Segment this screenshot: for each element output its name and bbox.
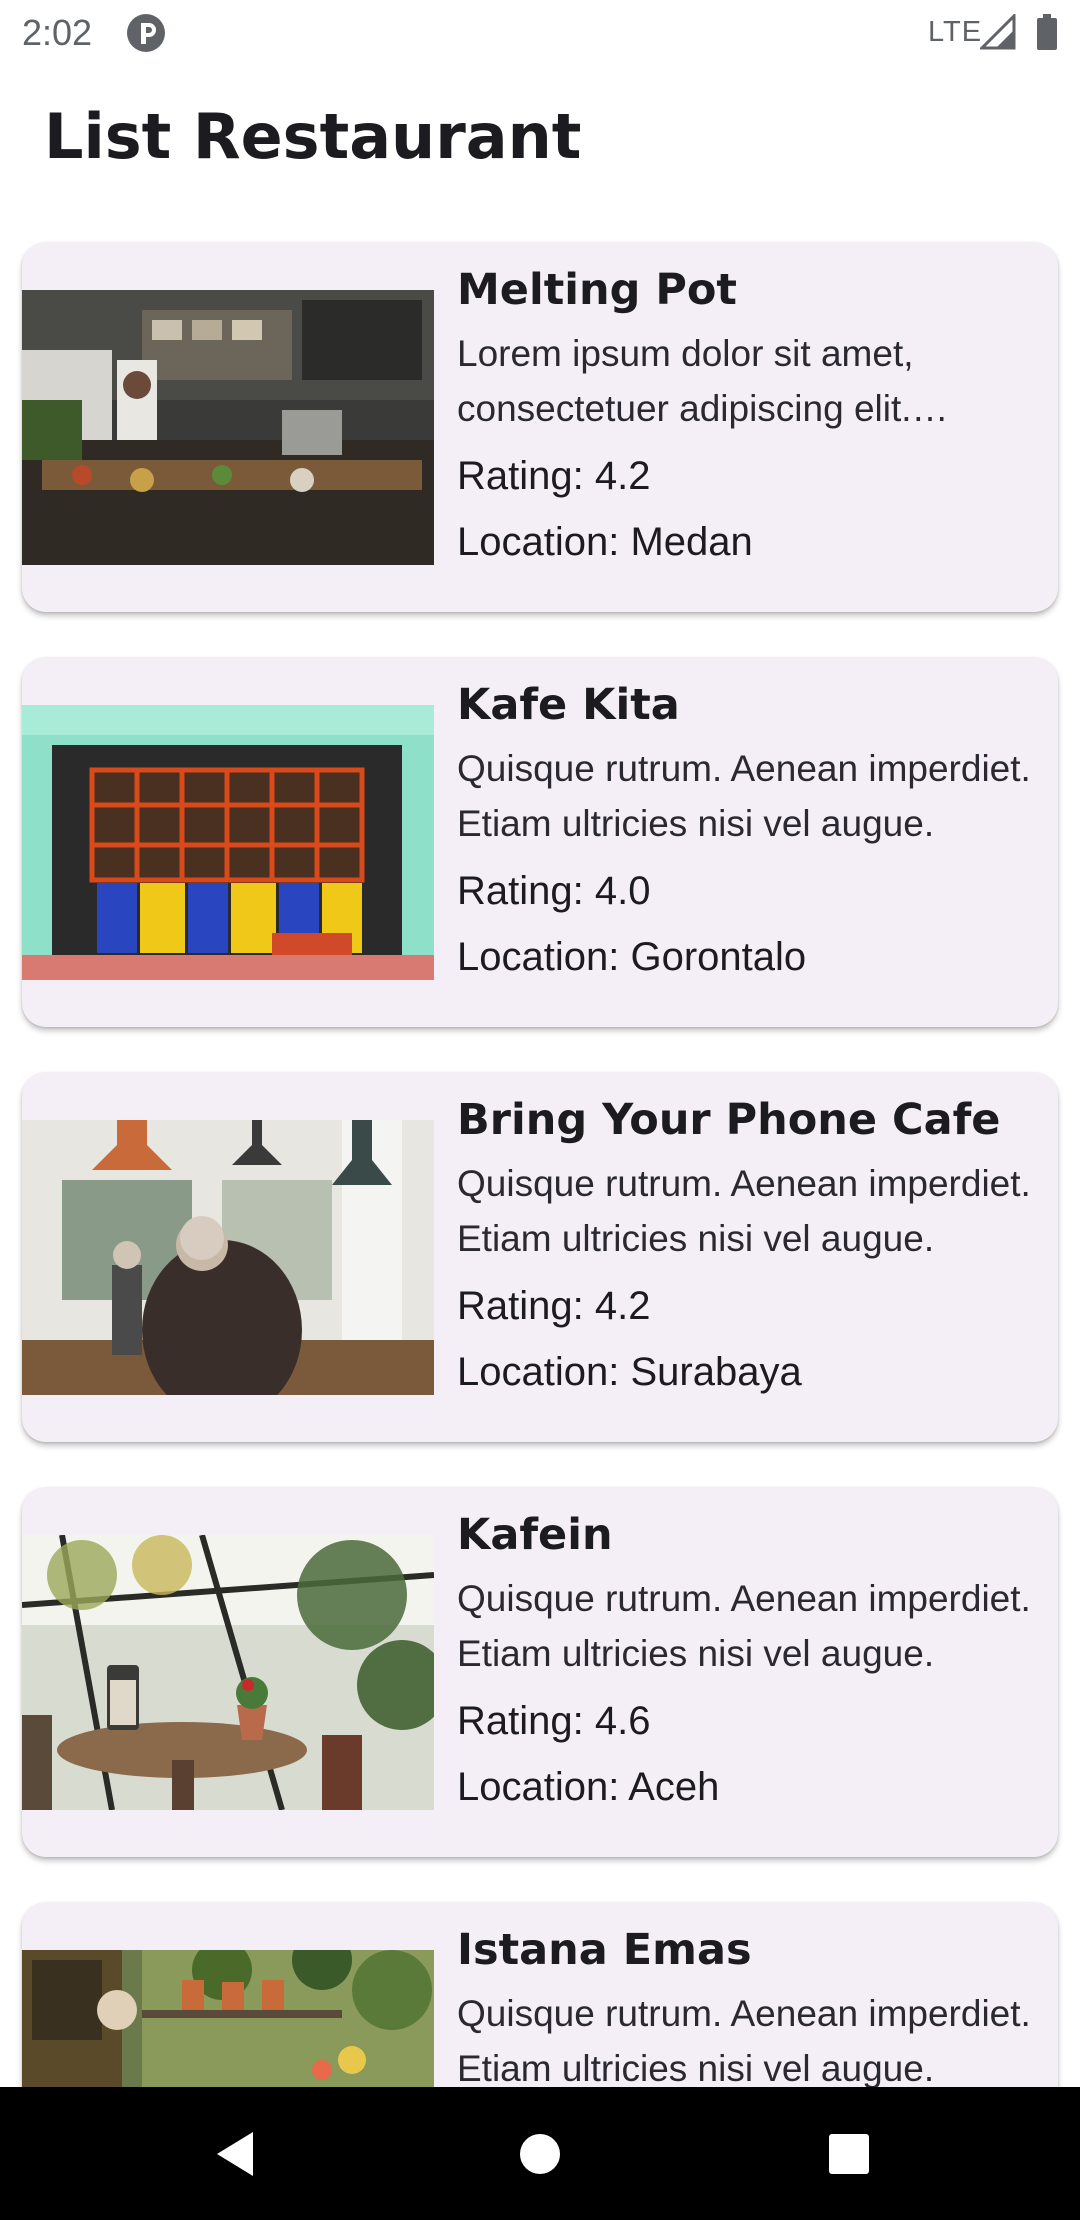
restaurant-image — [22, 1535, 434, 1810]
restaurant-name: Bring Your Phone Cafe — [457, 1095, 1001, 1145]
restaurant-rating: Rating: 4.6 — [457, 1699, 651, 1743]
restaurant-rating: Rating: 4.2 — [457, 1284, 651, 1328]
recents-square-icon[interactable] — [812, 2117, 886, 2191]
restaurant-location: Location: Surabaya — [457, 1350, 802, 1394]
restaurant-description: Quisque rutrum. Aenean imperdiet. Etiam … — [457, 1993, 1031, 2089]
restaurant-info: Istana Emas Quisque rutrum. Aenean imper… — [457, 1924, 1047, 2096]
restaurant-location: Location: Aceh — [457, 1765, 720, 1809]
network-type: LTE — [928, 16, 983, 48]
restaurant-name: Kafe Kita — [457, 680, 680, 730]
restaurant-card[interactable]: Bring Your Phone Cafe Quisque rutrum. Ae… — [22, 1072, 1058, 1442]
battery-icon — [1036, 14, 1058, 50]
signal-icon — [978, 12, 1016, 50]
pocket-app-icon — [126, 13, 166, 53]
restaurant-location: Location: Medan — [457, 520, 753, 564]
restaurant-card[interactable]: Melting Pot Lorem ipsum dolor sit amet, … — [22, 242, 1058, 612]
page-title: List Restaurant — [44, 100, 582, 173]
restaurant-card[interactable]: Kafe Kita Quisque rutrum. Aenean imperdi… — [22, 657, 1058, 1027]
status-bar: 2:02 LTE — [0, 0, 1080, 66]
restaurant-rating: Rating: 4.0 — [457, 869, 651, 913]
restaurant-info: Bring Your Phone Cafe Quisque rutrum. Ae… — [457, 1094, 1047, 1398]
restaurant-name: Istana Emas — [457, 1925, 752, 1975]
restaurant-name: Melting Pot — [457, 265, 737, 315]
restaurant-description: Lorem ipsum dolor sit amet, consectetuer… — [457, 333, 914, 429]
restaurant-description: Quisque rutrum. Aenean imperdiet. Etiam … — [457, 1163, 1031, 1259]
restaurant-location: Location: Gorontalo — [457, 935, 807, 979]
restaurant-info: Melting Pot Lorem ipsum dolor sit amet, … — [457, 264, 1047, 568]
restaurant-description: Quisque rutrum. Aenean imperdiet. Etiam … — [457, 1578, 1031, 1674]
restaurant-info: Kafe Kita Quisque rutrum. Aenean imperdi… — [457, 679, 1047, 983]
restaurant-image — [22, 705, 434, 980]
restaurant-image — [22, 290, 434, 565]
back-triangle-icon[interactable] — [198, 2117, 272, 2191]
status-time: 2:02 — [22, 12, 93, 53]
restaurant-card[interactable]: Kafein Quisque rutrum. Aenean imperdiet.… — [22, 1487, 1058, 1857]
system-navigation-bar — [0, 2087, 1080, 2220]
home-circle-icon[interactable] — [503, 2117, 577, 2191]
restaurant-description: Quisque rutrum. Aenean imperdiet. Etiam … — [457, 748, 1031, 844]
restaurant-name: Kafein — [457, 1510, 613, 1560]
restaurant-info: Kafein Quisque rutrum. Aenean imperdiet.… — [457, 1509, 1047, 1813]
screen: 2:02 LTE List Restaurant Melting Pot Lor… — [0, 0, 1080, 2220]
restaurant-rating: Rating: 4.2 — [457, 454, 651, 498]
restaurant-image — [22, 1120, 434, 1395]
